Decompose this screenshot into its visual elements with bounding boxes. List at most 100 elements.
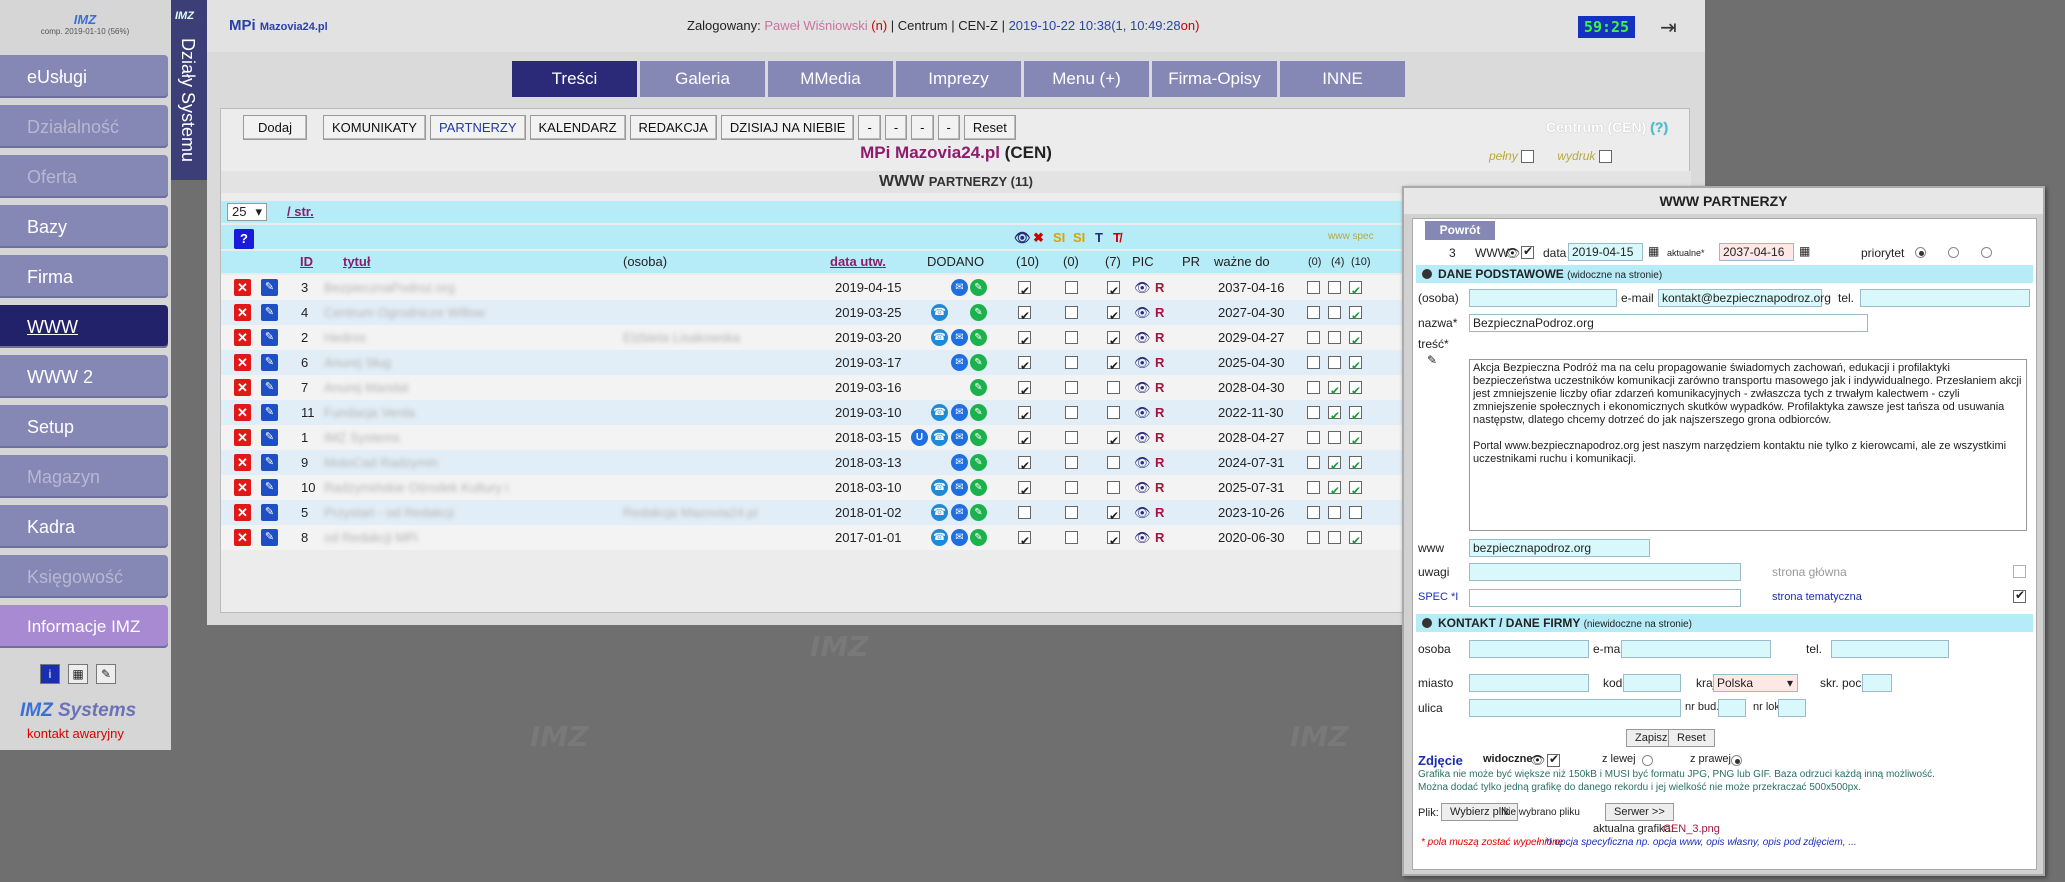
- preview-icon[interactable]: 👁: [1134, 300, 1151, 325]
- flag7-checkbox[interactable]: [1107, 304, 1120, 329]
- print-checkbox[interactable]: [1598, 150, 1612, 164]
- building-number-field[interactable]: [1718, 699, 1746, 717]
- mail-icon[interactable]: ✉: [951, 454, 968, 471]
- delete-icon[interactable]: ✕: [234, 279, 251, 296]
- www-field[interactable]: bezpiecznapodroz.org: [1469, 539, 1650, 557]
- visible-checkbox[interactable]: [1018, 454, 1031, 479]
- preview-icon[interactable]: 👁: [1134, 350, 1151, 375]
- sidebar-item[interactable]: Setup: [0, 405, 168, 448]
- flag-checkbox[interactable]: [1065, 381, 1078, 394]
- delete-icon[interactable]: ✕: [234, 354, 251, 371]
- flag-checkbox[interactable]: [1065, 506, 1078, 519]
- apartment-number-field[interactable]: [1778, 699, 1806, 717]
- link-icon[interactable]: ✎: [970, 479, 987, 496]
- user-icon[interactable]: U: [911, 429, 928, 446]
- r-marker[interactable]: R: [1155, 350, 1164, 375]
- emergency-contact-link[interactable]: kontakt awaryjny: [27, 726, 124, 741]
- spec-field[interactable]: [1469, 589, 1741, 607]
- flag-checkbox[interactable]: [1065, 356, 1078, 369]
- link-icon[interactable]: ✎: [970, 504, 987, 521]
- row-title[interactable]: BezpiecznaPodroz.org: [324, 275, 455, 300]
- edit-icon[interactable]: ✎: [261, 529, 278, 546]
- photo-visible-checkbox[interactable]: [1547, 752, 1560, 767]
- toolbar-button[interactable]: KOMUNIKATY: [322, 114, 426, 140]
- toolbar-button[interactable]: KALENDARZ: [529, 114, 626, 140]
- photo-left-radio[interactable]: [1642, 755, 1653, 766]
- spec4-checkbox[interactable]: [1328, 306, 1341, 319]
- sidebar-item[interactable]: Kadra: [0, 505, 168, 548]
- spec10-checkbox[interactable]: [1349, 354, 1362, 379]
- mail-icon[interactable]: ✉: [951, 504, 968, 521]
- spec0-checkbox[interactable]: [1307, 406, 1320, 419]
- sidebar-item[interactable]: WWW 2: [0, 355, 168, 398]
- flag7-checkbox[interactable]: [1107, 381, 1120, 394]
- spec4-checkbox[interactable]: [1328, 479, 1341, 504]
- toolbar-button[interactable]: -: [858, 114, 881, 140]
- r-marker[interactable]: R: [1155, 525, 1164, 550]
- spec10-checkbox[interactable]: [1349, 379, 1362, 404]
- notes-field[interactable]: [1469, 563, 1741, 581]
- spec10-checkbox[interactable]: [1349, 404, 1362, 429]
- photo-right-radio[interactable]: [1731, 755, 1742, 766]
- phone-field[interactable]: [1860, 289, 2030, 307]
- r-marker[interactable]: R: [1155, 475, 1164, 500]
- preview-icon[interactable]: 👁: [1134, 375, 1151, 400]
- row-title[interactable]: Anurej Mandat: [324, 375, 409, 400]
- r-marker[interactable]: R: [1155, 275, 1164, 300]
- sidebar-item[interactable]: Oferta: [0, 155, 168, 198]
- spec4-checkbox[interactable]: [1328, 506, 1341, 519]
- spec10-checkbox[interactable]: [1349, 304, 1362, 329]
- r-marker[interactable]: R: [1155, 325, 1164, 350]
- delete-icon[interactable]: ✕: [234, 454, 251, 471]
- tab[interactable]: Firma-Opisy: [1152, 61, 1277, 97]
- contact-phone-field[interactable]: [1831, 640, 1949, 658]
- link-icon[interactable]: ✎: [970, 304, 987, 321]
- back-button[interactable]: Powrót: [1425, 221, 1495, 240]
- spec10-checkbox[interactable]: [1349, 329, 1362, 354]
- spec0-checkbox[interactable]: [1307, 356, 1320, 369]
- calendar-icon[interactable]: ▦: [1799, 244, 1810, 258]
- sidebar-item[interactable]: Magazyn: [0, 455, 168, 498]
- content-textarea[interactable]: Akcja Bezpieczna Podróż ma na celu propa…: [1469, 359, 2027, 531]
- name-field[interactable]: BezpiecznaPodroz.org: [1469, 314, 1868, 332]
- spec4-checkbox[interactable]: [1328, 454, 1341, 479]
- delete-icon[interactable]: ✕: [234, 329, 251, 346]
- sort-title[interactable]: tytuł: [343, 251, 370, 273]
- spec10-checkbox[interactable]: [1349, 479, 1362, 504]
- full-view-checkbox[interactable]: [1521, 150, 1535, 164]
- edit-icon[interactable]: ✎: [261, 379, 278, 396]
- city-field[interactable]: [1469, 674, 1589, 692]
- link-icon[interactable]: ✎: [970, 354, 987, 371]
- row-title[interactable]: Radzymińskie Ośrodek Kultury i: [324, 475, 508, 500]
- per-page-link[interactable]: / str.: [287, 201, 314, 223]
- notes-icon[interactable]: ✎: [96, 664, 116, 684]
- r-marker[interactable]: R: [1155, 375, 1164, 400]
- add-button[interactable]: Dodaj: [243, 114, 307, 140]
- mail-icon[interactable]: ✉: [951, 279, 968, 296]
- flag-checkbox[interactable]: [1065, 481, 1078, 494]
- homepage-checkbox[interactable]: [2013, 565, 2026, 578]
- spec10-checkbox[interactable]: [1349, 454, 1362, 479]
- r-marker[interactable]: R: [1155, 500, 1164, 525]
- text-filter-icon[interactable]: T: [1095, 230, 1103, 245]
- toolbar-button[interactable]: PARTNERZY: [429, 114, 526, 140]
- postcode-field[interactable]: [1623, 674, 1681, 692]
- spec4-checkbox[interactable]: [1328, 431, 1341, 444]
- clear-format-icon[interactable]: T̸: [1113, 230, 1121, 245]
- mail-icon[interactable]: ✉: [951, 429, 968, 446]
- spec0-checkbox[interactable]: [1307, 531, 1320, 544]
- flag7-checkbox[interactable]: [1107, 406, 1120, 419]
- link-icon[interactable]: ✎: [970, 379, 987, 396]
- toolbar-button[interactable]: -: [884, 114, 908, 140]
- row-title[interactable]: Hedros: [324, 325, 366, 350]
- phone-icon[interactable]: ☎: [931, 404, 948, 421]
- row-title[interactable]: IMZ Systems: [324, 425, 400, 450]
- r-marker[interactable]: R: [1155, 400, 1164, 425]
- logout-icon[interactable]: ⇥: [1660, 15, 1677, 40]
- preview-icon[interactable]: 👁: [1134, 450, 1151, 475]
- tab[interactable]: Imprezy: [896, 61, 1021, 97]
- flag-checkbox[interactable]: [1065, 281, 1078, 294]
- flag7-checkbox[interactable]: [1107, 504, 1120, 529]
- toolbar-button[interactable]: REDAKCJA: [629, 114, 717, 140]
- sort-date[interactable]: data utw.: [830, 251, 886, 273]
